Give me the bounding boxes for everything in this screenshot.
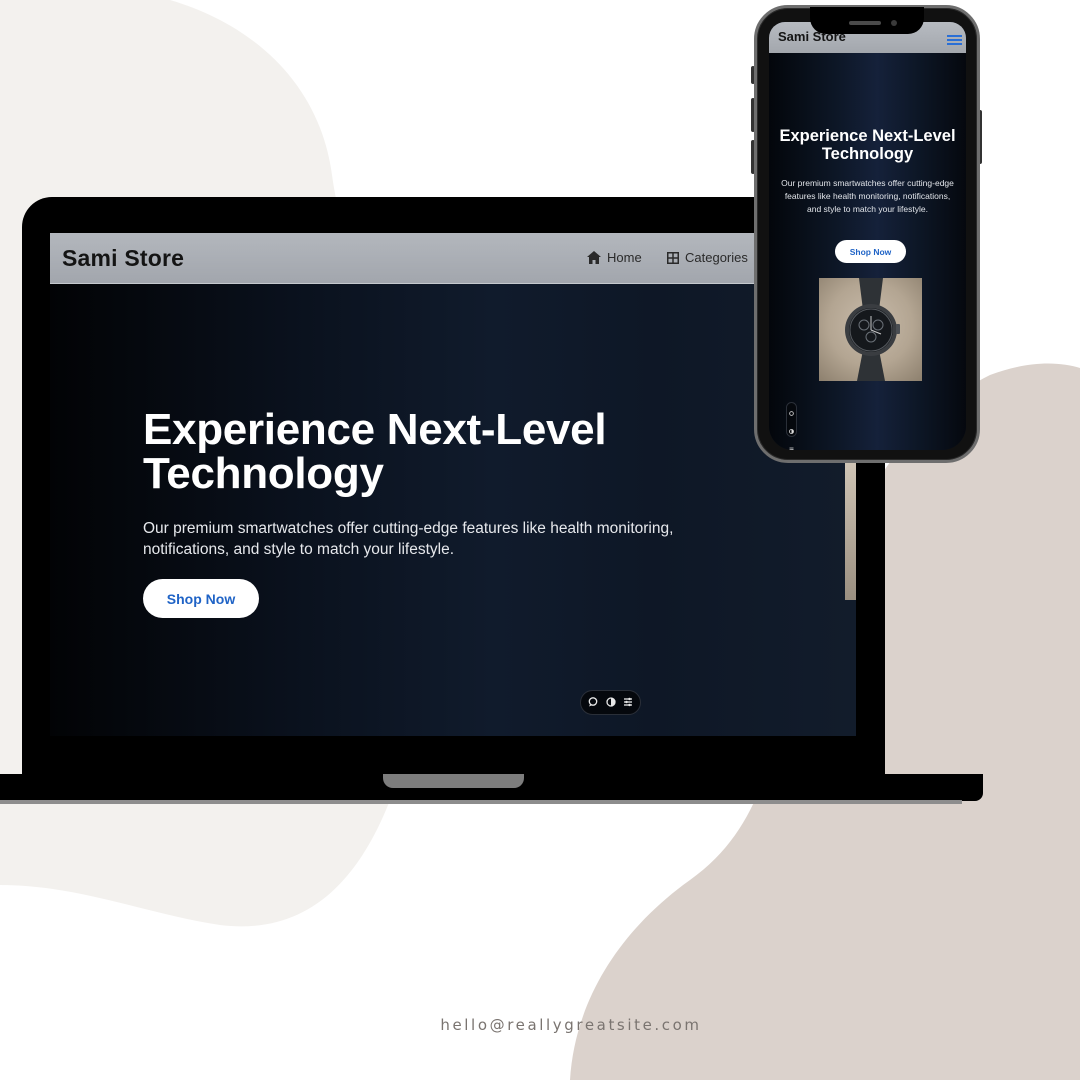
chat-icon[interactable] [588, 694, 598, 712]
mobile-floating-toolbar [786, 402, 797, 450]
nav-item-categories[interactable]: Categories [667, 250, 748, 265]
hero-image-edge [845, 463, 856, 600]
hamburger-menu-icon[interactable] [947, 32, 962, 50]
settings-icon[interactable] [789, 439, 794, 450]
mobile-screen: Sami Store Experience Next-Level Technol… [769, 22, 966, 450]
desktop-hero: Experience Next-Level Technology Our pre… [50, 284, 856, 736]
laptop-base-shadow [0, 800, 962, 804]
phone-camera [891, 20, 897, 26]
contrast-icon[interactable] [605, 694, 616, 712]
mobile-shop-now-button[interactable]: Shop Now [835, 240, 906, 263]
hero-title: Experience Next-Level Technology [143, 405, 607, 498]
chat-icon[interactable] [789, 403, 794, 421]
mobile-hero-title: Experience Next-Level Technology [779, 127, 956, 163]
settings-icon[interactable] [623, 694, 633, 712]
desktop-brand-logo[interactable]: Sami Store [62, 245, 184, 272]
shop-now-button[interactable]: Shop Now [143, 579, 259, 618]
laptop-notch [383, 774, 524, 788]
contact-email[interactable]: hello@reallygreatsite.com [0, 1016, 1080, 1034]
desktop-screen: Sami Store Home Categories Experience Ne… [50, 233, 856, 736]
nav-item-home[interactable]: Home [587, 250, 642, 265]
phone-speaker [849, 21, 881, 25]
mobile-hero: Experience Next-Level Technology Our pre… [769, 53, 966, 450]
nav-item-label: Home [607, 250, 642, 265]
smartwatch-image [819, 278, 922, 381]
grid-icon [667, 251, 679, 264]
mobile-hero-description: Our premium smartwatches offer cutting-e… [781, 178, 954, 214]
hero-description: Our premium smartwatches offer cutting-e… [143, 520, 674, 558]
nav-item-label: Categories [685, 250, 748, 265]
contrast-icon[interactable] [789, 421, 794, 439]
desktop-navbar: Sami Store Home Categories [50, 233, 856, 284]
floating-toolbar [580, 690, 641, 715]
home-icon [587, 251, 601, 264]
